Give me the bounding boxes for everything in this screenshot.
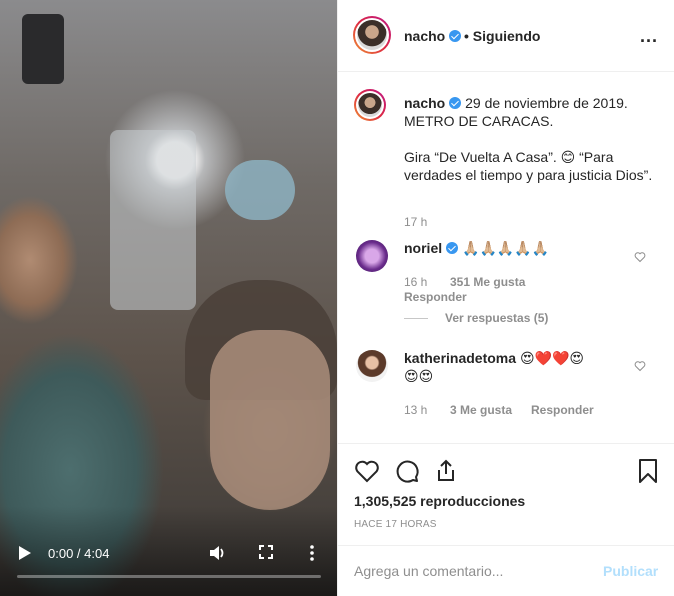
comment-input[interactable] (354, 560, 584, 582)
heart-icon[interactable] (354, 458, 380, 484)
comment-time[interactable]: 16 h (404, 275, 427, 289)
comment-text: 😍😍 (404, 368, 434, 384)
video-controls: 0:00 / 4:04 (0, 536, 337, 596)
heart-icon[interactable] (634, 251, 646, 263)
caption-time[interactable]: 17 h (404, 215, 427, 229)
video-frame-detail (225, 160, 295, 220)
post-panel: nacho • Siguiendo ... nacho 29 de noviem… (337, 0, 674, 596)
caption-line1: 29 de noviembre de 2019. (465, 95, 628, 111)
avatar[interactable] (354, 89, 386, 121)
video-time: 0:00 / 4:04 (48, 546, 110, 561)
video-frame-detail (22, 14, 64, 84)
follow-status-label: Siguiendo (472, 28, 541, 44)
comments-list[interactable]: nacho 29 de noviembre de 2019. METRO DE … (338, 73, 674, 443)
caption: nacho 29 de noviembre de 2019. METRO DE … (404, 94, 654, 184)
separator: • (464, 28, 469, 44)
reply-button[interactable]: Responder (404, 290, 467, 304)
play-icon[interactable] (18, 545, 32, 561)
comment-username[interactable]: katherinadetoma (404, 350, 516, 366)
caption-body: Gira “De Vuelta A Casa”. 😊 “Para verdade… (404, 149, 653, 183)
reply-button[interactable]: Responder (531, 403, 594, 417)
comment-text: 🙏🏼🙏🏼🙏🏼🙏🏼🙏🏼 (462, 240, 550, 256)
post-button[interactable]: Publicar (603, 563, 658, 579)
verified-icon (446, 242, 459, 254)
share-icon[interactable] (433, 458, 459, 484)
post-timestamp[interactable]: HACE 17 HORAS (354, 519, 437, 530)
caption-username[interactable]: nacho (404, 95, 445, 111)
avatar[interactable] (353, 16, 391, 54)
video-frame-detail (110, 130, 196, 310)
avatar[interactable] (356, 240, 388, 272)
post-actions: 1,305,525 reproducciones HACE 17 HORAS (338, 443, 674, 545)
fullscreen-icon[interactable] (259, 545, 273, 559)
comment: noriel 🙏🏼🙏🏼🙏🏼🙏🏼🙏🏼 (404, 239, 654, 257)
avatar[interactable] (356, 350, 388, 382)
video-player[interactable]: 0:00 / 4:04 (0, 0, 337, 596)
verified-icon (449, 30, 462, 42)
comment-likes[interactable]: 351 Me gusta (450, 275, 525, 289)
post-header: nacho • Siguiendo ... (338, 0, 674, 72)
comment-form: Publicar (338, 545, 674, 596)
follow-status[interactable]: • Siguiendo (464, 28, 540, 44)
caption-line2: METRO DE CARACAS. (404, 113, 554, 129)
comment-username[interactable]: noriel (404, 240, 442, 256)
comment-likes[interactable]: 3 Me gusta (450, 403, 512, 417)
video-frame-detail (210, 330, 330, 510)
bookmark-icon[interactable] (635, 458, 661, 484)
replies-divider (404, 318, 428, 319)
comment-time[interactable]: 13 h (404, 403, 427, 417)
more-vertical-icon[interactable] (309, 544, 315, 562)
view-count[interactable]: 1,305,525 reproducciones (354, 493, 525, 509)
comment-icon[interactable] (394, 458, 420, 484)
verified-icon (449, 97, 462, 109)
view-replies-button[interactable]: Ver respuestas (5) (445, 311, 548, 325)
more-options-icon[interactable]: ... (640, 26, 658, 47)
video-progress-bar[interactable] (17, 575, 321, 578)
volume-icon[interactable] (208, 544, 226, 562)
comment-text: 😍❤️❤️😍 (519, 350, 584, 366)
comment: katherinadetoma 😍❤️❤️😍 😍😍 (404, 349, 654, 385)
header-username[interactable]: nacho (404, 28, 462, 44)
heart-icon[interactable] (634, 360, 646, 372)
